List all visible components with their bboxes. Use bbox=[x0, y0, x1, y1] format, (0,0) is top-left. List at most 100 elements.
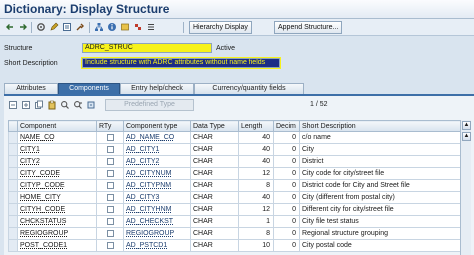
component-type-cell[interactable]: AD_CITYPNM bbox=[123, 179, 191, 192]
rty-checkbox[interactable] bbox=[107, 181, 114, 189]
component-cell[interactable]: CITYH_CODE bbox=[17, 203, 97, 216]
component-type-cell[interactable]: AD_CITYHNM bbox=[123, 203, 191, 216]
table-row[interactable]: CITY_CODE AD_CITYNUM CHAR 12 0 City code… bbox=[8, 167, 461, 180]
table-row[interactable]: CITYH_CODE AD_CITYHNM CHAR 12 0 Differen… bbox=[8, 203, 461, 216]
select-all-header[interactable] bbox=[8, 120, 18, 132]
row-selector[interactable] bbox=[8, 179, 18, 192]
component-cell[interactable]: REGIOGROUP bbox=[17, 227, 97, 240]
row-selector[interactable] bbox=[8, 131, 18, 144]
column-header-component[interactable]: Component bbox=[17, 120, 97, 132]
component-cell[interactable]: CITY1 bbox=[17, 143, 97, 156]
scroll-page-up-icon[interactable]: ▲ bbox=[462, 132, 471, 141]
row-selector[interactable] bbox=[8, 227, 18, 240]
component-cell[interactable]: CITYP_CODE bbox=[17, 179, 97, 192]
data-type-cell: CHAR bbox=[190, 191, 239, 204]
info-icon[interactable] bbox=[106, 21, 118, 33]
component-type-cell[interactable]: AD_CITYNUM bbox=[123, 167, 191, 180]
find-icon[interactable] bbox=[59, 99, 71, 110]
rty-checkbox[interactable] bbox=[107, 241, 114, 249]
tab-components[interactable]: Components bbox=[58, 83, 120, 94]
component-cell[interactable]: NAME_CO bbox=[17, 131, 97, 144]
tab-attributes[interactable]: Attributes bbox=[4, 83, 58, 94]
row-selector[interactable] bbox=[8, 167, 18, 180]
scroll-up-icon[interactable]: ▲ bbox=[462, 121, 471, 130]
short-description-cell: c/o name bbox=[299, 131, 461, 144]
table-row[interactable]: NAME_CO AD_NAME_CO CHAR 40 0 c/o name bbox=[8, 131, 461, 144]
table-row[interactable]: CHCKSTATUS AD_CHECKST CHAR 1 0 City file… bbox=[8, 215, 461, 228]
component-type-cell[interactable]: AD_CITY1 bbox=[123, 143, 191, 156]
rty-checkbox[interactable] bbox=[107, 145, 114, 153]
edit-icon[interactable] bbox=[48, 21, 60, 33]
rty-checkbox[interactable] bbox=[107, 229, 114, 237]
back-arrow-icon[interactable] bbox=[4, 21, 16, 33]
length-cell: 10 bbox=[238, 239, 274, 252]
rty-checkbox[interactable] bbox=[107, 133, 114, 141]
column-header-decimals[interactable]: Decim bbox=[273, 120, 300, 132]
rty-checkbox[interactable] bbox=[107, 169, 114, 177]
display-icon[interactable] bbox=[61, 21, 73, 33]
copy-icon[interactable] bbox=[33, 99, 45, 110]
find-next-icon[interactable] bbox=[72, 99, 84, 110]
component-cell[interactable]: POST_CODE1 bbox=[17, 239, 97, 252]
settings-icon[interactable] bbox=[35, 21, 47, 33]
column-header-short-description[interactable]: Short Description bbox=[299, 120, 461, 132]
component-type-cell[interactable]: AD_NAME_CO bbox=[123, 131, 191, 144]
row-selector[interactable] bbox=[8, 215, 18, 228]
row-selector[interactable] bbox=[8, 191, 18, 204]
list-icon[interactable] bbox=[145, 21, 157, 33]
object-icon[interactable] bbox=[119, 21, 131, 33]
column-header-component-type[interactable]: Component type bbox=[123, 120, 191, 132]
table-row[interactable]: CITYP_CODE AD_CITYPNM CHAR 8 0 District … bbox=[8, 179, 461, 192]
insert-row-icon[interactable] bbox=[20, 99, 32, 110]
short-description-field[interactable]: Include structure with ADRC attributes w… bbox=[82, 58, 280, 68]
data-type-cell: CHAR bbox=[190, 131, 239, 144]
column-header-data-type[interactable]: Data Type bbox=[190, 120, 239, 132]
append-structure-button[interactable]: Append Structure... bbox=[274, 21, 343, 34]
component-type-cell[interactable]: AD_CITY3 bbox=[123, 191, 191, 204]
data-type-cell: CHAR bbox=[190, 143, 239, 156]
hierarchy-display-button[interactable]: Hierarchy Display bbox=[189, 21, 252, 34]
tab-currency-quantity-fields[interactable]: Currency/quantity fields bbox=[194, 83, 304, 94]
table-row[interactable]: POST_CODE1 AD_PSTCD1 CHAR 10 0 City post… bbox=[8, 239, 461, 252]
component-cell[interactable]: CITY2 bbox=[17, 155, 97, 168]
row-selector[interactable] bbox=[8, 203, 18, 216]
short-description-cell: Regional structure grouping bbox=[299, 227, 461, 240]
component-cell[interactable]: HOME_CITY bbox=[17, 191, 97, 204]
row-selector[interactable] bbox=[8, 239, 18, 252]
structure-name-field[interactable]: ADRC_STRUC bbox=[82, 43, 212, 53]
decimals-cell: 0 bbox=[273, 227, 300, 240]
cut-row-icon[interactable] bbox=[7, 99, 19, 110]
tab-entry-help-check[interactable]: Entry help/check bbox=[120, 83, 194, 94]
data-type-cell: CHAR bbox=[190, 179, 239, 192]
rty-checkbox[interactable] bbox=[107, 217, 114, 225]
table-row[interactable]: CITY1 AD_CITY1 CHAR 40 0 City bbox=[8, 143, 461, 156]
paste-icon[interactable] bbox=[46, 99, 58, 110]
component-type-cell[interactable]: AD_CHECKST bbox=[123, 215, 191, 228]
column-header-rty[interactable]: RTy bbox=[96, 120, 124, 132]
length-cell: 40 bbox=[238, 191, 274, 204]
table-row[interactable]: CITY2 AD_CITY2 CHAR 40 0 District bbox=[8, 155, 461, 168]
rty-checkbox[interactable] bbox=[107, 157, 114, 165]
column-header-length[interactable]: Length bbox=[238, 120, 274, 132]
forward-arrow-icon[interactable] bbox=[17, 21, 29, 33]
table-row[interactable]: REGIOGROUP REGIOGROUP CHAR 8 0 Regional … bbox=[8, 227, 461, 240]
data-type-cell: CHAR bbox=[190, 167, 239, 180]
component-cell[interactable]: CITY_CODE bbox=[17, 167, 97, 180]
length-cell: 12 bbox=[238, 167, 274, 180]
short-description-cell: City code for city/street file bbox=[299, 167, 461, 180]
length-cell: 8 bbox=[238, 227, 274, 240]
rty-checkbox[interactable] bbox=[107, 193, 114, 201]
component-type-cell[interactable]: AD_CITY2 bbox=[123, 155, 191, 168]
component-cell[interactable]: CHCKSTATUS bbox=[17, 215, 97, 228]
table-row[interactable]: HOME_CITY AD_CITY3 CHAR 40 0 City (diffe… bbox=[8, 191, 461, 204]
hierarchy-icon-2[interactable] bbox=[132, 21, 144, 33]
component-type-cell[interactable]: AD_PSTCD1 bbox=[123, 239, 191, 252]
rty-checkbox[interactable] bbox=[107, 205, 114, 213]
component-type-cell[interactable]: REGIOGROUP bbox=[123, 227, 191, 240]
vertical-scrollbar[interactable]: ▲ ▲ bbox=[460, 120, 471, 255]
row-selector[interactable] bbox=[8, 143, 18, 156]
include-icon[interactable] bbox=[85, 99, 97, 110]
row-selector[interactable] bbox=[8, 155, 18, 168]
tools-icon[interactable] bbox=[74, 21, 86, 33]
hierarchy-icon[interactable] bbox=[93, 21, 105, 33]
